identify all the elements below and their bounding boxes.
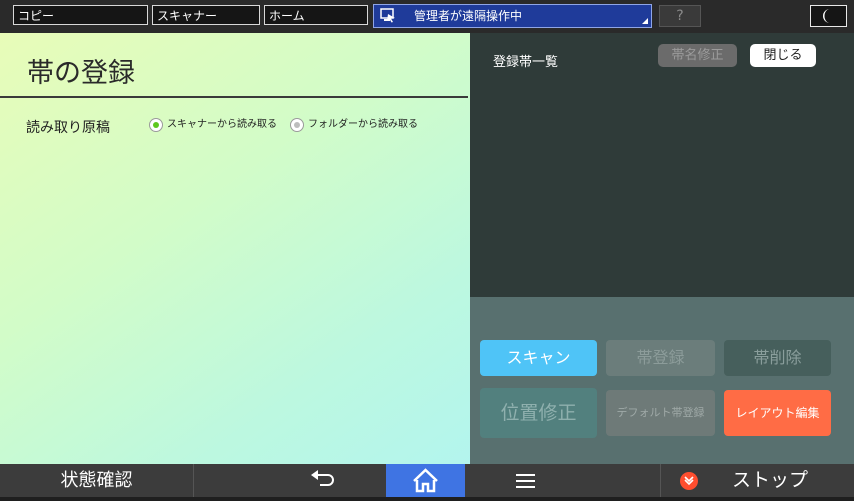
top-bar: コピー スキャナー ホーム 管理者が遠隔操作中 ? [0, 0, 854, 33]
rename-band-button[interactable]: 帯名修正 [658, 44, 737, 67]
expand-corner-icon [642, 18, 648, 24]
tab-scanner[interactable]: スキャナー [152, 5, 260, 25]
tab-copy[interactable]: コピー [13, 5, 148, 25]
adjust-position-label: 位置修正 [500, 402, 577, 424]
scan-button[interactable]: スキャン [480, 340, 597, 376]
home-icon [413, 468, 438, 493]
registered-band-list-panel: 登録帯一覧 帯名修正 閉じる スキャン 帯登録 帯削除 位置修正 デフォルト帯登… [470, 33, 854, 464]
adjust-position-button[interactable]: 位置修正 [480, 388, 597, 438]
remote-control-icon [380, 8, 395, 23]
tab-copy-label: コピー [18, 9, 55, 23]
delete-band-label: 帯削除 [753, 348, 802, 367]
check-status-button[interactable]: 状態確認 [0, 464, 194, 497]
remote-operation-status[interactable]: 管理者が遠隔操作中 [373, 4, 652, 28]
check-status-label: 状態確認 [60, 470, 133, 491]
menu-button[interactable] [505, 464, 555, 497]
register-band-label: 帯登録 [636, 348, 685, 367]
help-label: ? [676, 8, 684, 24]
band-registration-panel: 帯の登録 読み取り原稿 スキャナーから読み取る フォルダーから読み取る [0, 33, 470, 464]
moon-icon [823, 9, 830, 23]
default-band-register-button[interactable]: デフォルト帯登録 [606, 390, 715, 436]
stop-button[interactable]: ストップ [660, 464, 854, 497]
close-button[interactable]: 閉じる [750, 44, 816, 67]
radio-scanner-label: スキャナーから読み取る [167, 119, 277, 130]
title-divider [0, 96, 468, 98]
back-button[interactable] [290, 464, 350, 497]
radio-scanner-source[interactable]: スキャナーから読み取る [149, 117, 287, 133]
energy-saver-button[interactable] [810, 5, 847, 27]
page-title: 帯の登録 [27, 58, 135, 89]
menu-icon [516, 474, 535, 488]
band-list-title: 登録帯一覧 [493, 55, 559, 70]
edit-layout-button[interactable]: レイアウト編集 [724, 390, 831, 436]
delete-band-button[interactable]: 帯削除 [724, 340, 831, 376]
register-band-button[interactable]: 帯登録 [606, 340, 715, 376]
help-button[interactable]: ? [659, 5, 701, 27]
radio-unselected-icon [290, 118, 304, 132]
source-label: 読み取り原稿 [26, 120, 110, 136]
rename-band-label: 帯名修正 [671, 48, 724, 63]
back-arrow-icon [311, 470, 334, 486]
radio-folder-label: フォルダーから読み取る [308, 119, 418, 130]
scan-label: スキャン [506, 348, 571, 367]
footer-bar: 状態確認 ストップ [0, 464, 854, 497]
radio-folder-source[interactable]: フォルダーから読み取る [290, 117, 425, 133]
edit-layout-label: レイアウト編集 [735, 406, 820, 420]
remote-status-text: 管理者が遠隔操作中 [414, 9, 523, 23]
tab-scanner-label: スキャナー [157, 9, 218, 23]
default-band-register-label: デフォルト帯登録 [616, 406, 705, 419]
close-label: 閉じる [763, 48, 803, 63]
stop-label: ストップ [732, 469, 809, 491]
tab-home[interactable]: ホーム [264, 5, 368, 25]
action-button-area: スキャン 帯登録 帯削除 位置修正 デフォルト帯登録 レイアウト編集 [470, 297, 854, 464]
home-button[interactable] [386, 464, 465, 497]
tab-home-label: ホーム [269, 9, 305, 23]
radio-selected-icon [149, 118, 163, 132]
stop-icon [680, 472, 698, 490]
